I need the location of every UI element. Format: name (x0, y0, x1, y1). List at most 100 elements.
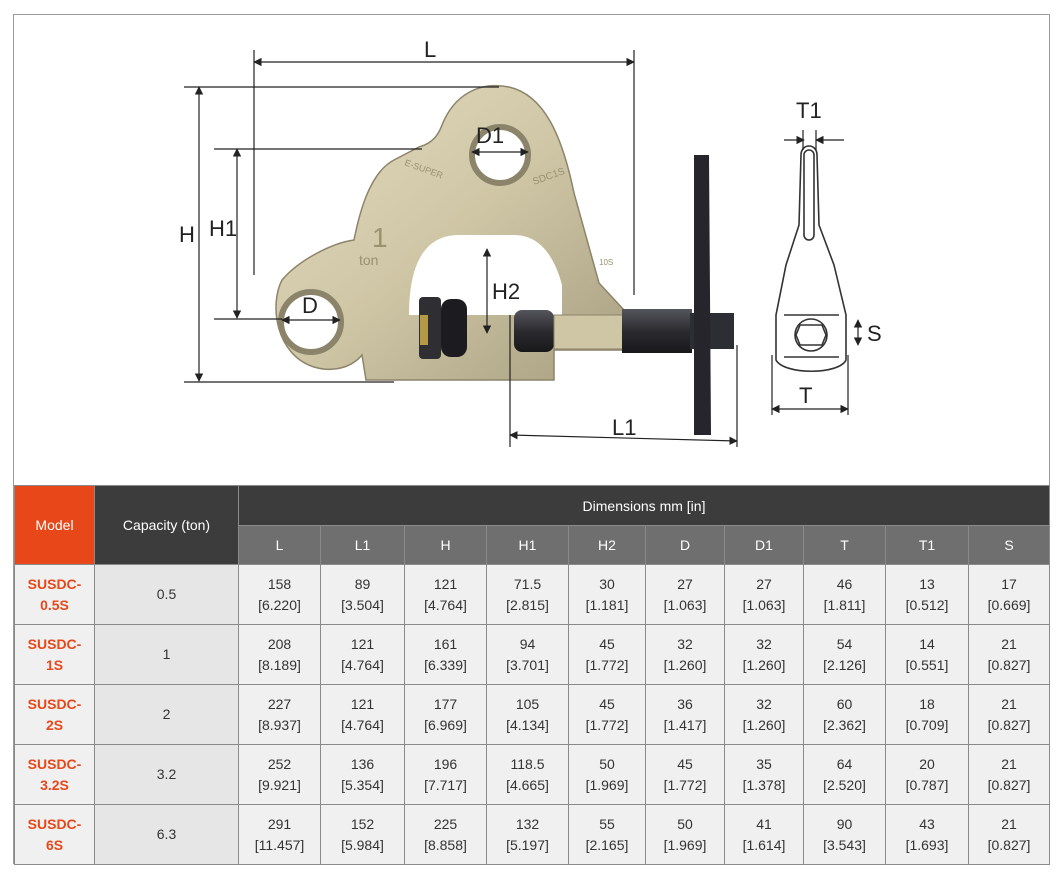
value-inch: [6.339] (424, 656, 467, 673)
model-name-line2: 2S (45, 716, 64, 733)
value-inch: [3.543] (823, 836, 866, 853)
capacity-cell: 1 (94, 624, 239, 685)
value-mm: 50 (599, 755, 615, 772)
dimension-cell-h1: 118.5 [4.665] (486, 744, 569, 805)
table-body: SUSDC- 0.5S 0.5 158 [6.220] 89 [3.504] 121 [4.76… (14, 564, 1051, 865)
dimension-cell-l1: 121 [4.764] (320, 684, 405, 745)
header-col-t: T (803, 525, 886, 565)
value-inch: [2.165] (585, 836, 629, 853)
dimension-cell-h2: 50 [1.969] (568, 744, 646, 805)
value-mm: 60 (836, 695, 853, 712)
model-cell: SUSDC- 0.5S (14, 564, 95, 625)
value-inch: [0.827] (987, 776, 1031, 793)
model-name-line1: SUSDC- (27, 575, 82, 592)
capacity-cell: 2 (94, 684, 239, 745)
value-inch: [6.220] (258, 596, 301, 613)
value-mm: 161 (433, 635, 458, 652)
label-H1: H1 (209, 216, 237, 241)
value-inch: [4.764] (341, 716, 384, 733)
value-inch: [2.126] (823, 656, 866, 673)
label-D1: D1 (476, 123, 504, 148)
value-mm: 136 (350, 755, 375, 772)
value-inch: [4.134] (506, 716, 549, 733)
value-mm: 21 (1001, 755, 1017, 772)
model-cell: SUSDC- 1S (14, 624, 95, 685)
value-mm: 32 (756, 635, 772, 652)
value-inch: [1.063] (742, 596, 786, 613)
jaw-pad (419, 297, 467, 359)
value-inch: [4.665] (506, 776, 549, 793)
dimension-cell-t: 54 [2.126] (803, 624, 886, 685)
value-mm: 89 (354, 575, 371, 592)
dimension-cell-l: 227 [8.937] (238, 684, 321, 745)
value-mm: 45 (677, 755, 693, 772)
dimension-cell-h: 177 [6.969] (404, 684, 487, 745)
label-T1: T1 (796, 98, 822, 123)
value-mm: 17 (1001, 575, 1017, 592)
model-name-line2: 0.5S (40, 596, 69, 613)
capacity-cell: 6.3 (94, 804, 239, 865)
value-mm: 225 (433, 815, 458, 832)
dimension-cell-h1: 94 [3.701] (486, 624, 569, 685)
value-inch: [1.969] (663, 836, 707, 853)
label-H2: H2 (492, 279, 520, 304)
model-name-line1: SUSDC- (27, 815, 82, 832)
value-inch: [1.811] (823, 596, 866, 613)
dimension-cell-t1: 43 [1.693] (885, 804, 969, 865)
value-inch: [0.827] (987, 836, 1031, 853)
value-mm: 71.5 (513, 575, 542, 592)
dimension-cell-h: 225 [8.858] (404, 804, 487, 865)
dimension-cell-t1: 14 [0.551] (885, 624, 969, 685)
value-inch: [6.969] (424, 716, 467, 733)
value-inch: [1.772] (663, 776, 707, 793)
header-col-s: S (967, 525, 1051, 565)
model-cell: SUSDC- 6S (14, 804, 95, 865)
dimension-cell-h: 161 [6.339] (404, 624, 487, 685)
value-inch: [2.815] (506, 596, 549, 613)
value-inch: [0.787] (905, 776, 949, 793)
value-inch: [2.362] (823, 716, 866, 733)
clamp-svg: 1 ton SDC1S E-SUPER 10S L H H1 H2 D D1 L… (179, 37, 882, 447)
value-mm: 55 (599, 815, 615, 832)
value-inch: [8.858] (424, 836, 467, 853)
header-col-d: D (645, 525, 725, 565)
dimension-cell-l1: 121 [4.764] (320, 624, 405, 685)
model-name-line2: 6S (45, 836, 64, 853)
value-mm: 20 (919, 755, 935, 772)
table-row: SUSDC- 2S 2 227 [8.937] 121 [4.764] 177 [6.969] 1… (14, 684, 1051, 745)
value-mm: 35 (756, 755, 772, 772)
dimension-cell-t1: 13 [0.512] (885, 564, 969, 625)
value-mm: 14 (919, 635, 935, 652)
header-col-l1: L1 (320, 525, 405, 565)
dimension-cell-l: 208 [8.189] (238, 624, 321, 685)
dimension-cell-l: 158 [6.220] (238, 564, 321, 625)
value-inch: [9.921] (258, 776, 301, 793)
value-inch: [11.457] (254, 836, 305, 853)
value-mm: 64 (836, 755, 853, 772)
model-name-line1: SUSDC- (27, 635, 82, 652)
label-S: S (867, 321, 882, 346)
value-inch: [4.764] (424, 596, 467, 613)
model-name-line2: 3.2S (40, 776, 69, 793)
dimension-cell-t1: 20 [0.787] (885, 744, 969, 805)
dimension-cell-s: 17 [0.669] (967, 564, 1051, 625)
value-mm: 13 (919, 575, 935, 592)
value-inch: [1.063] (663, 596, 707, 613)
value-mm: 105 (515, 695, 540, 712)
value-mm: 227 (267, 695, 292, 712)
dimension-cell-d1: 41 [1.614] (724, 804, 804, 865)
dimension-cell-d1: 27 [1.063] (724, 564, 804, 625)
dimension-cell-l1: 152 [5.984] (320, 804, 405, 865)
value-inch: [5.984] (341, 836, 384, 853)
label-L: L (424, 37, 436, 62)
value-mm: 32 (756, 695, 772, 712)
value-inch: [3.701] (506, 656, 549, 673)
value-mm: 36 (677, 695, 693, 712)
clamp-dimension-drawing: 1 ton SDC1S E-SUPER 10S L H H1 H2 D D1 L… (14, 15, 1049, 485)
value-inch: [7.717] (424, 776, 467, 793)
dimension-cell-l: 291 [11.457] (238, 804, 321, 865)
dimension-cell-s: 21 [0.827] (967, 684, 1051, 745)
value-inch: [1.260] (663, 656, 707, 673)
value-mm: 54 (836, 635, 853, 652)
value-mm: 21 (1001, 635, 1017, 652)
